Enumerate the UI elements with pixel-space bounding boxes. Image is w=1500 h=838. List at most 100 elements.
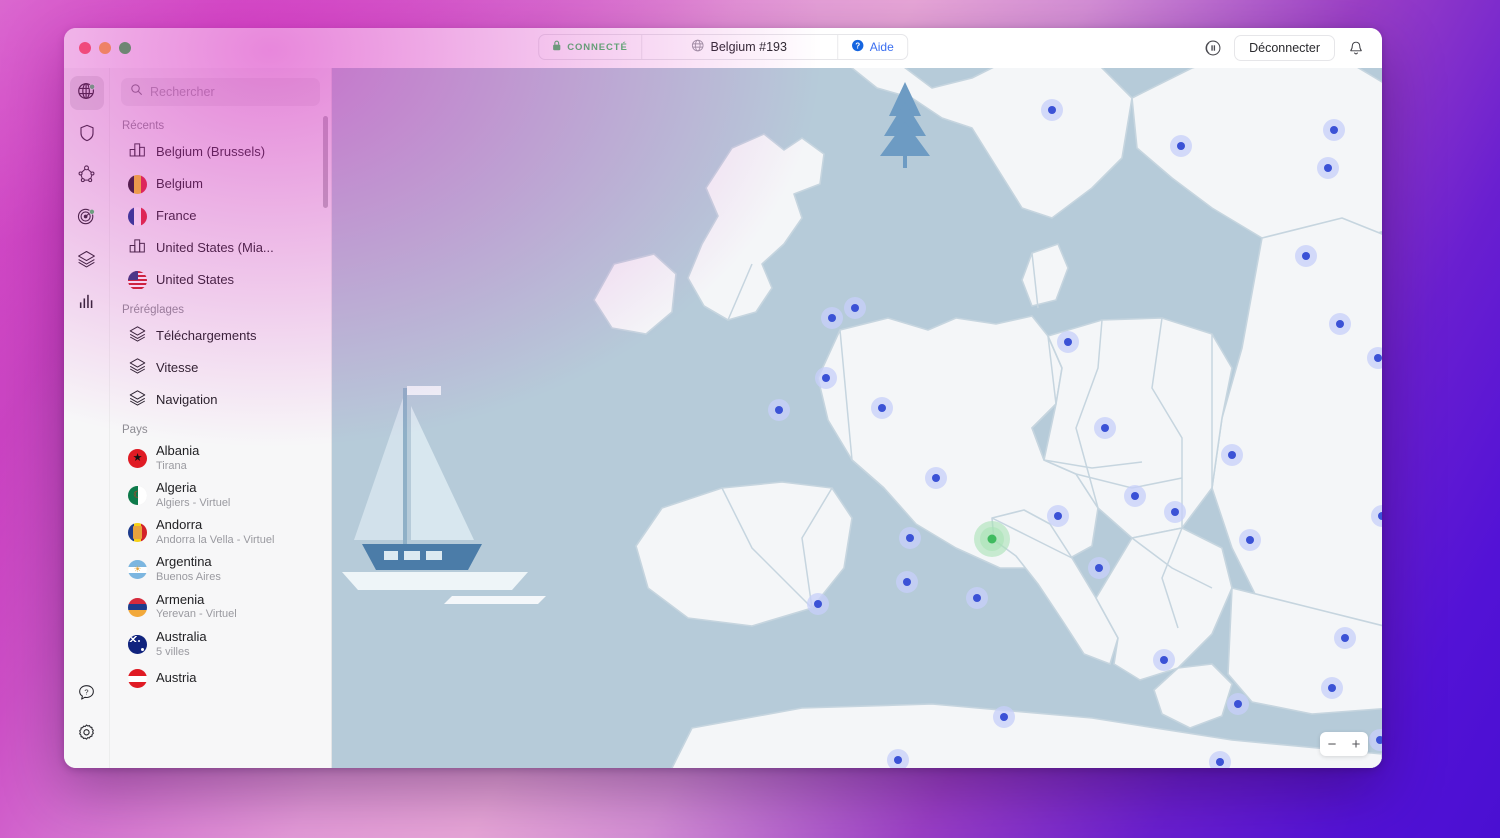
search-icon	[130, 83, 143, 101]
sidebar-item-navigation[interactable]: Navigation	[110, 384, 331, 416]
sidebar-item-label: Austria	[156, 670, 197, 686]
sidebar-item-algeria[interactable]: ☾ Algeria Algiers - Virtuel	[110, 477, 331, 514]
help-link[interactable]: ? Aide	[836, 35, 907, 59]
sidebar-item-label: Téléchargements	[156, 327, 257, 343]
traffic-lights	[64, 42, 131, 54]
close-window-button[interactable]	[79, 42, 91, 54]
flag-be-flag-icon	[128, 174, 147, 194]
sidebar-group-title: Pays	[122, 424, 148, 436]
layers-icon	[76, 248, 97, 274]
sidebar-item-text: Navigation	[156, 391, 218, 408]
window-titlebar: CONNECTÉ Belgium #193 ? Aide Déconnecter	[64, 28, 1382, 68]
sidebar-item-vitesse[interactable]: Vitesse	[110, 352, 331, 384]
sidebar-item-text: Australia 5 villes	[156, 628, 207, 659]
sidebar-item-australia[interactable]: Australia 5 villes	[110, 626, 331, 663]
globe-icon	[76, 80, 98, 107]
sidebar-item-label: Albania	[156, 443, 200, 458]
rail-item-stats-bars[interactable]	[70, 286, 104, 320]
sidebar-item-armenia[interactable]: Armenia Yerevan - Virtuel	[110, 589, 331, 626]
current-server-label: Belgium #193	[710, 40, 787, 54]
sidebar-item-belgium-brussels[interactable]: Belgium (Brussels)	[110, 136, 331, 168]
sidebar-item-text: Belgium	[156, 175, 203, 192]
help-bubble-icon: ?	[76, 682, 97, 708]
rail-item-shield[interactable]	[70, 118, 104, 152]
mesh-network-icon	[76, 164, 97, 190]
sidebar-item-label: Navigation	[156, 391, 218, 407]
sidebar-item-sublabel: Algiers - Virtuel	[156, 497, 231, 510]
rail-item-layers[interactable]	[70, 244, 104, 278]
sidebar-item-text: France	[156, 207, 197, 224]
flag-ar-flag-icon: ☀	[128, 560, 147, 580]
flag-au-flag-icon	[128, 634, 147, 654]
notifications-bell-icon[interactable]	[1345, 37, 1367, 59]
layers-icon	[128, 388, 147, 412]
settings-gear-icon	[76, 722, 97, 748]
svg-text:?: ?	[84, 688, 88, 697]
sidebar-groups: Récents Belgium (Brussels) Belgium France Un…	[110, 112, 331, 695]
sidebar-item-label: United States	[156, 271, 235, 287]
rail-item-mesh-network[interactable]	[70, 160, 104, 194]
sidebar-item-label: Argentina	[156, 554, 212, 570]
flag-ad-flag-icon	[128, 523, 147, 543]
flag-al-flag-icon: ★	[128, 449, 147, 469]
sidebar-item-label: United States (Mia...	[156, 239, 274, 255]
sidebar-scroll-area[interactable]: Récents Belgium (Brussels) Belgium France Un…	[110, 112, 331, 768]
sidebar-item-text: United States	[156, 271, 235, 288]
shield-icon	[77, 123, 97, 148]
sidebar-item-argentina[interactable]: ☀ Argentina Buenos Aires	[110, 551, 331, 588]
layers-icon	[128, 356, 147, 380]
radar-icon	[76, 206, 97, 232]
sidebar-scrollbar[interactable]	[323, 116, 328, 208]
sidebar-item-text: Albania Tirana	[156, 443, 200, 473]
flag-at-flag-icon	[128, 669, 147, 689]
sidebar-item-andorra[interactable]: Andorra Andorra la Vella - Virtuel	[110, 514, 331, 551]
search-container	[110, 68, 331, 112]
map-zoom-controls: − +	[1320, 732, 1368, 756]
connection-status-label: CONNECTÉ	[567, 41, 628, 53]
map-zoom-out-button[interactable]: −	[1320, 732, 1344, 756]
minimize-window-button[interactable]	[99, 42, 111, 54]
sidebar-item-label: Belgium	[156, 175, 203, 191]
svg-text:?: ?	[855, 41, 860, 50]
rail-item-radar[interactable]	[70, 202, 104, 236]
rail-item-globe[interactable]	[69, 76, 104, 110]
search-input[interactable]	[150, 85, 311, 99]
map-zoom-in-button[interactable]: +	[1344, 732, 1368, 756]
sidebar-item-label: France	[156, 207, 197, 223]
sidebar-item-label: Australia	[156, 628, 207, 644]
sidebar-item-text: Andorra Andorra la Vella - Virtuel	[156, 517, 274, 547]
map-graphic	[332, 68, 1382, 768]
zoom-window-button[interactable]	[119, 42, 131, 54]
sidebar-item-united-states[interactable]: United States	[110, 264, 331, 296]
sidebar-item-text: Armenia Yerevan - Virtuel	[156, 592, 237, 622]
search-box[interactable]	[121, 78, 320, 106]
sidebar-item-sublabel: Tirana	[156, 459, 187, 472]
sidebar-item-austria[interactable]: Austria	[110, 663, 331, 695]
app-window: CONNECTÉ Belgium #193 ? Aide Déconnecter…	[64, 28, 1382, 768]
sidebar-item-belgium[interactable]: Belgium	[110, 168, 331, 200]
map-canvas[interactable]: − +	[332, 68, 1382, 768]
desktop-background: CONNECTÉ Belgium #193 ? Aide Déconnecter…	[0, 0, 1500, 838]
connection-status: CONNECTÉ	[539, 35, 641, 59]
sidebar-item-text: Téléchargements	[156, 327, 257, 344]
sidebar: Récents Belgium (Brussels) Belgium France Un…	[110, 68, 332, 768]
stats-bars-icon	[77, 291, 97, 316]
globe-icon	[692, 39, 705, 55]
sidebar-item-label: Belgium (Brussels)	[156, 143, 266, 159]
flag-fr-flag-icon	[128, 206, 147, 226]
active-server-marker	[974, 521, 1010, 557]
sidebar-item-text: Argentina Buenos Aires	[156, 554, 221, 584]
rail-item-settings[interactable]	[70, 718, 104, 752]
sidebar-item-united-states-mia[interactable]: United States (Mia...	[110, 232, 331, 264]
current-server[interactable]: Belgium #193	[640, 35, 837, 59]
sidebar-item-sublabel: Buenos Aires	[156, 571, 221, 584]
sidebar-item-albania[interactable]: ★ Albania Tirana	[110, 440, 331, 477]
rail-item-help[interactable]: ?	[70, 678, 104, 712]
sidebar-item-france[interactable]: France	[110, 200, 331, 232]
sidebar-item-sublabel: Yerevan - Virtuel	[156, 608, 237, 621]
sidebar-item-label: Vitesse	[156, 359, 199, 375]
pause-connection-icon[interactable]	[1202, 37, 1224, 59]
layers-icon	[128, 324, 147, 348]
sidebar-item-t-l-chargements[interactable]: Téléchargements	[110, 320, 331, 352]
disconnect-button[interactable]: Déconnecter	[1234, 35, 1335, 61]
